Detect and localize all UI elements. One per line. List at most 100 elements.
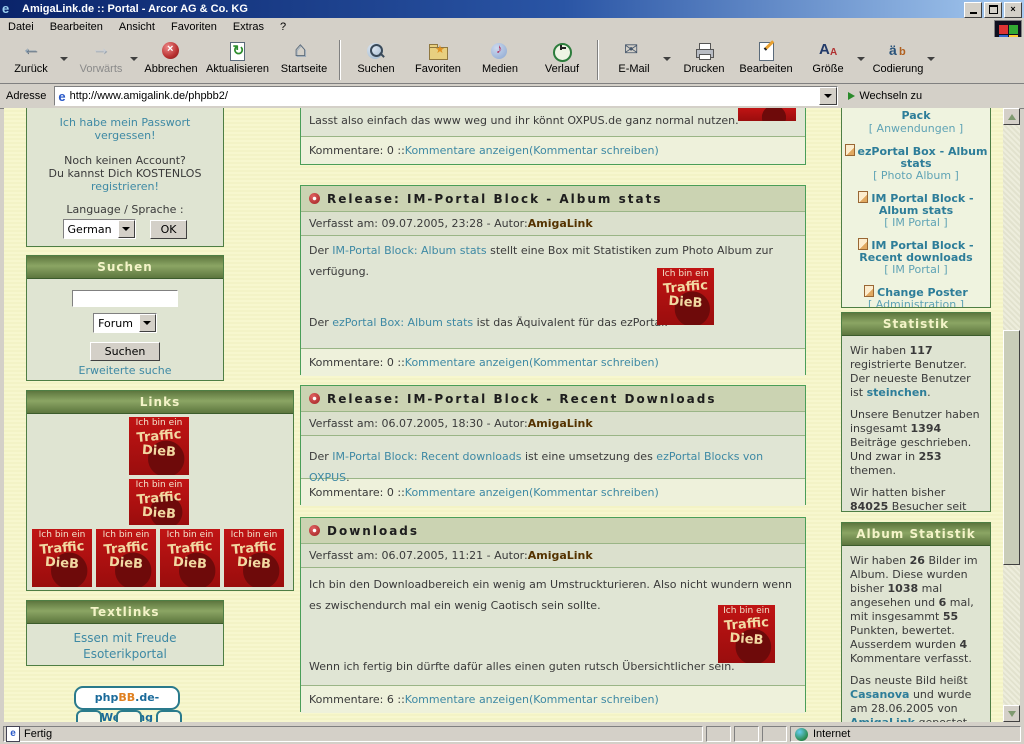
post-comments[interactable]: Kommentare: 0 :: Kommentare anzeigen (Ko…	[301, 349, 805, 376]
home-icon: ⌂	[292, 40, 316, 62]
print-button[interactable]: Drucken	[673, 39, 735, 76]
post-paragraph: Der IM-Portal Block: Album stats stellt …	[309, 240, 797, 282]
advanced-search-link[interactable]: Erweiterte suche	[27, 364, 223, 377]
menu-favoriten[interactable]: Favoriten	[163, 18, 225, 37]
favorites-button[interactable]: ★ Favoriten	[407, 39, 469, 76]
post-meta: Verfasst am: 06.07.2005, 11:21 - Autor: …	[301, 544, 805, 568]
stats-posts: Unsere Benutzer haben insgesamt 1394 Bei…	[850, 408, 982, 478]
close-button[interactable]: ×	[1004, 2, 1022, 18]
post-icon	[309, 393, 320, 404]
recent-content-box: Pack [ Anwendungen ] ezPortal Box - Albu…	[841, 108, 991, 308]
email-button[interactable]: ✉ E-Mail	[603, 39, 665, 76]
recent-item-link[interactable]: IM Portal Block - Recent downloads	[859, 239, 973, 264]
search-box: Suchen Forum Suchen Erweiterte suche	[26, 255, 224, 381]
textsize-icon: AA	[816, 40, 840, 62]
traffic-dieb-banner[interactable]: Ich bin einTrafficDieB	[129, 417, 189, 475]
search-submit-button[interactable]: Suchen	[90, 342, 161, 361]
media-button[interactable]: ♪ Medien	[469, 39, 531, 76]
textlink-essen[interactable]: Essen mit Freude	[27, 631, 223, 645]
statistics-box: Statistik Wir haben 117 registrierte Ben…	[841, 312, 991, 512]
traffic-dieb-banner[interactable]: Ich bin einTrafficDieB	[32, 529, 92, 587]
menu-datei[interactable]: Datei	[0, 18, 42, 37]
scroll-down-button[interactable]	[1003, 705, 1020, 722]
language-ok-button[interactable]: OK	[150, 220, 188, 239]
chevron-down-icon	[118, 220, 135, 238]
restore-button[interactable]	[984, 2, 1002, 18]
recent-item: ezPortal Box - Album stats [ Photo Album…	[842, 144, 990, 182]
encoding-button[interactable]: äb Codierung	[867, 39, 929, 76]
address-bar: Adresse e http://www.amigalink.de/phpbb2…	[0, 84, 1024, 109]
menu-hilfe[interactable]: ?	[272, 18, 294, 37]
vertical-scrollbar[interactable]	[1003, 108, 1020, 722]
email-dropdown[interactable]	[663, 57, 671, 61]
search-scope-select[interactable]: Forum	[93, 313, 157, 333]
webring-prev-button[interactable]	[76, 710, 102, 722]
favorites-icon: ★	[426, 40, 450, 62]
back-button[interactable]: ← Zurück	[0, 39, 62, 76]
ie-logo-icon: e	[2, 2, 18, 16]
browser-window: e AmigaLink.de :: Portal - Arcor AG & Co…	[0, 0, 1024, 744]
post-title: Release: IM-Portal Block - Album stats	[327, 192, 662, 206]
textsize-dropdown[interactable]	[857, 57, 865, 61]
menu-extras[interactable]: Extras	[225, 18, 272, 37]
traffic-dieb-banner[interactable]: Ich bin einTrafficDieB	[96, 529, 156, 587]
address-dropdown-button[interactable]	[819, 87, 837, 105]
refresh-button[interactable]: ↻ Aktualisieren	[202, 39, 273, 76]
zone-text: Internet	[813, 728, 850, 740]
post-icon	[309, 193, 320, 204]
textsize-button[interactable]: AA Größe	[797, 39, 859, 76]
language-select[interactable]: German	[63, 219, 136, 239]
register-link[interactable]: registrieren!	[91, 180, 159, 193]
menu-bar: Datei Bearbeiten Ansicht Favoriten Extra…	[0, 18, 1024, 38]
refresh-icon: ↻	[225, 40, 249, 62]
window-title: AmigaLink.de :: Portal - Arcor AG & Co. …	[22, 3, 248, 15]
webring-list-button[interactable]	[116, 710, 142, 722]
forgot-password-link[interactable]: Ich habe mein Passwortvergessen!	[27, 116, 223, 142]
links-box-header: Links	[27, 391, 293, 414]
security-zone-pane: Internet	[790, 726, 1021, 742]
menu-ansicht[interactable]: Ansicht	[111, 18, 163, 37]
edit-button[interactable]: Bearbeiten	[735, 39, 797, 76]
scroll-up-button[interactable]	[1003, 108, 1020, 125]
textlink-esoterik[interactable]: Esoterikportal	[27, 647, 223, 661]
language-label: Language / Sprache :	[27, 203, 223, 216]
album-newest-text: Das neuste Bild heißt Casanova und wurde…	[850, 674, 982, 722]
encoding-dropdown[interactable]	[927, 57, 935, 61]
search-button[interactable]: Suchen	[345, 39, 407, 76]
post-meta: Verfasst am: 09.07.2005, 23:28 - Autor: …	[301, 212, 805, 236]
history-button[interactable]: Verlauf	[531, 39, 593, 76]
stop-button[interactable]: × Abbrechen	[140, 39, 202, 76]
textlinks-box-header: Textlinks	[27, 601, 223, 624]
search-input[interactable]	[72, 290, 178, 307]
traffic-dieb-banner[interactable]: Ich bin einTrafficDieB	[657, 268, 714, 325]
forward-dropdown[interactable]	[130, 57, 138, 61]
traffic-dieb-banner[interactable]: Ich bin einTrafficDieB	[160, 529, 220, 587]
traffic-dieb-banner[interactable]: Ich bin einTrafficDieB	[224, 529, 284, 587]
post-title: Downloads	[327, 524, 419, 538]
home-button[interactable]: ⌂ Startseite	[273, 39, 335, 76]
post-comments[interactable]: Kommentare: 0 :: Kommentare anzeigen (Ko…	[301, 137, 805, 164]
ie-page-icon: e	[6, 726, 20, 742]
recent-item-link[interactable]: ezPortal Box - Album stats	[858, 145, 988, 170]
toolbar-separator	[597, 40, 599, 80]
recent-item-link[interactable]: IM Portal Block - Album stats	[871, 192, 973, 217]
phpbb-webring-badge[interactable]: phpBB.de-Webring	[74, 686, 180, 710]
post-title-row: Release: IM-Portal Block - Album stats	[301, 186, 805, 212]
traffic-dieb-banner[interactable]: Ich bin einTrafficDieB	[718, 605, 775, 663]
minimize-button[interactable]	[964, 2, 982, 18]
traffic-dieb-banner[interactable]: Ich bin einTrafficDieB	[129, 479, 189, 525]
back-dropdown[interactable]	[60, 57, 68, 61]
status-bar: e Fertig Internet	[0, 722, 1024, 744]
textlinks-box: Textlinks Essen mit Freude Esoterikporta…	[26, 600, 224, 666]
stats-visitors: Wir hatten bisher 84025 Besucher seit Mi…	[850, 486, 982, 512]
forward-button[interactable]: → Vorwärts	[70, 39, 132, 76]
go-button[interactable]: Wechseln zu	[848, 90, 922, 102]
title-bar: e AmigaLink.de :: Portal - Arcor AG & Co…	[0, 0, 1024, 18]
post-comments[interactable]: Kommentare: 6 :: Kommentare anzeigen (Ko…	[301, 686, 805, 713]
webring-next-button[interactable]	[156, 710, 182, 722]
print-icon	[692, 40, 716, 62]
scrollbar-thumb[interactable]	[1003, 330, 1020, 565]
menu-bearbeiten[interactable]: Bearbeiten	[42, 18, 111, 37]
email-icon: ✉	[622, 40, 646, 62]
address-input[interactable]: e http://www.amigalink.de/phpbb2/	[54, 86, 838, 106]
